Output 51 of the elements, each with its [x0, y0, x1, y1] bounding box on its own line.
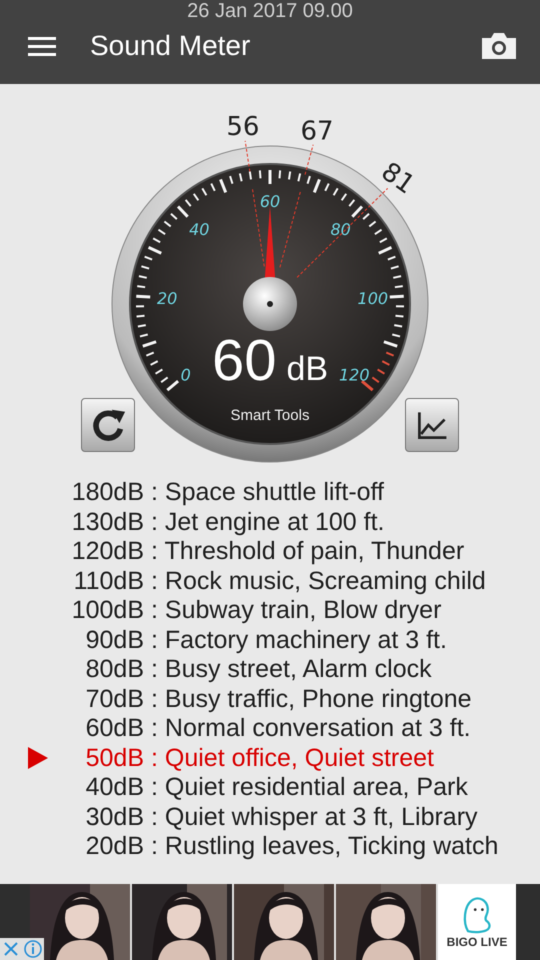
sound-level-reading: 60 dB — [212, 328, 328, 393]
sound-example: : Threshold of pain, Thunder — [151, 537, 464, 566]
sound-example: : Busy street, Alarm clock — [151, 655, 432, 684]
scale-label: 60 — [260, 192, 280, 211]
decibel-value: 100dB — [70, 596, 144, 626]
brand-name: BIGO LIVE — [446, 935, 508, 949]
decibel-value: 20dB — [84, 832, 144, 862]
sound-example: : Quiet office, Quiet street — [151, 744, 434, 773]
marker-value: 67 — [300, 116, 334, 146]
marker-line — [244, 140, 250, 172]
scale-label: 0 — [180, 366, 191, 385]
info-icon[interactable] — [22, 938, 44, 960]
decibel-value: 90dB — [84, 626, 144, 655]
marker-value: 56 — [226, 112, 260, 142]
app-title: Sound Meter — [90, 30, 252, 62]
sound-example: : Rock music, Screaming child — [151, 566, 486, 596]
date-time: 26 Jan 2017 09.00 — [187, 0, 353, 22]
reset-button[interactable] — [81, 398, 135, 452]
scale-label: 100 — [358, 289, 388, 308]
decibel-value: 80dB — [84, 655, 144, 684]
decibel-value: 30dB — [84, 802, 144, 832]
decibel-value: 70dB — [84, 684, 144, 714]
needle-hub — [243, 277, 297, 331]
marker-value: 81 — [376, 156, 420, 200]
chart-button[interactable] — [405, 398, 459, 452]
scale-label: 20 — [157, 289, 178, 308]
scale-label: 120 — [339, 366, 370, 385]
sound-example: : Quiet residential area, Park — [151, 773, 468, 802]
decibel-value: 50dB — [84, 744, 144, 773]
decibel-value: 180dB — [70, 478, 144, 508]
decibel-value: 40dB — [84, 773, 144, 802]
scale-label: 40 — [189, 220, 210, 240]
ad-banner[interactable]: BIGO LIVE — [0, 884, 540, 960]
camera-icon[interactable] — [480, 32, 518, 60]
sound-example: : Rustling leaves, Ticking watch — [151, 832, 498, 862]
sound-example: : Jet engine at 100 ft. — [151, 508, 384, 537]
sound-example: : Quiet whisper at 3 ft, Library — [151, 802, 478, 832]
sound-example: : Factory machinery at 3 ft. — [151, 626, 447, 655]
decibel-value: 60dB — [84, 714, 144, 744]
sound-example: : Subway train, Blow dryer — [151, 596, 442, 626]
close-icon[interactable] — [0, 938, 22, 960]
sound-example: : Busy traffic, Phone ringtone — [151, 684, 472, 714]
scale-label: 80 — [330, 220, 351, 240]
decibel-value: 120dB — [70, 537, 144, 566]
brand-label: Smart Tools — [230, 407, 310, 424]
sound-example: : Space shuttle lift-off — [151, 478, 384, 508]
menu-icon[interactable] — [28, 36, 56, 56]
sound-example: : Normal conversation at 3 ft. — [151, 714, 471, 744]
decibel-value: 130dB — [70, 508, 144, 537]
decibel-value: 110dB — [72, 566, 144, 596]
marker-line — [304, 144, 314, 176]
